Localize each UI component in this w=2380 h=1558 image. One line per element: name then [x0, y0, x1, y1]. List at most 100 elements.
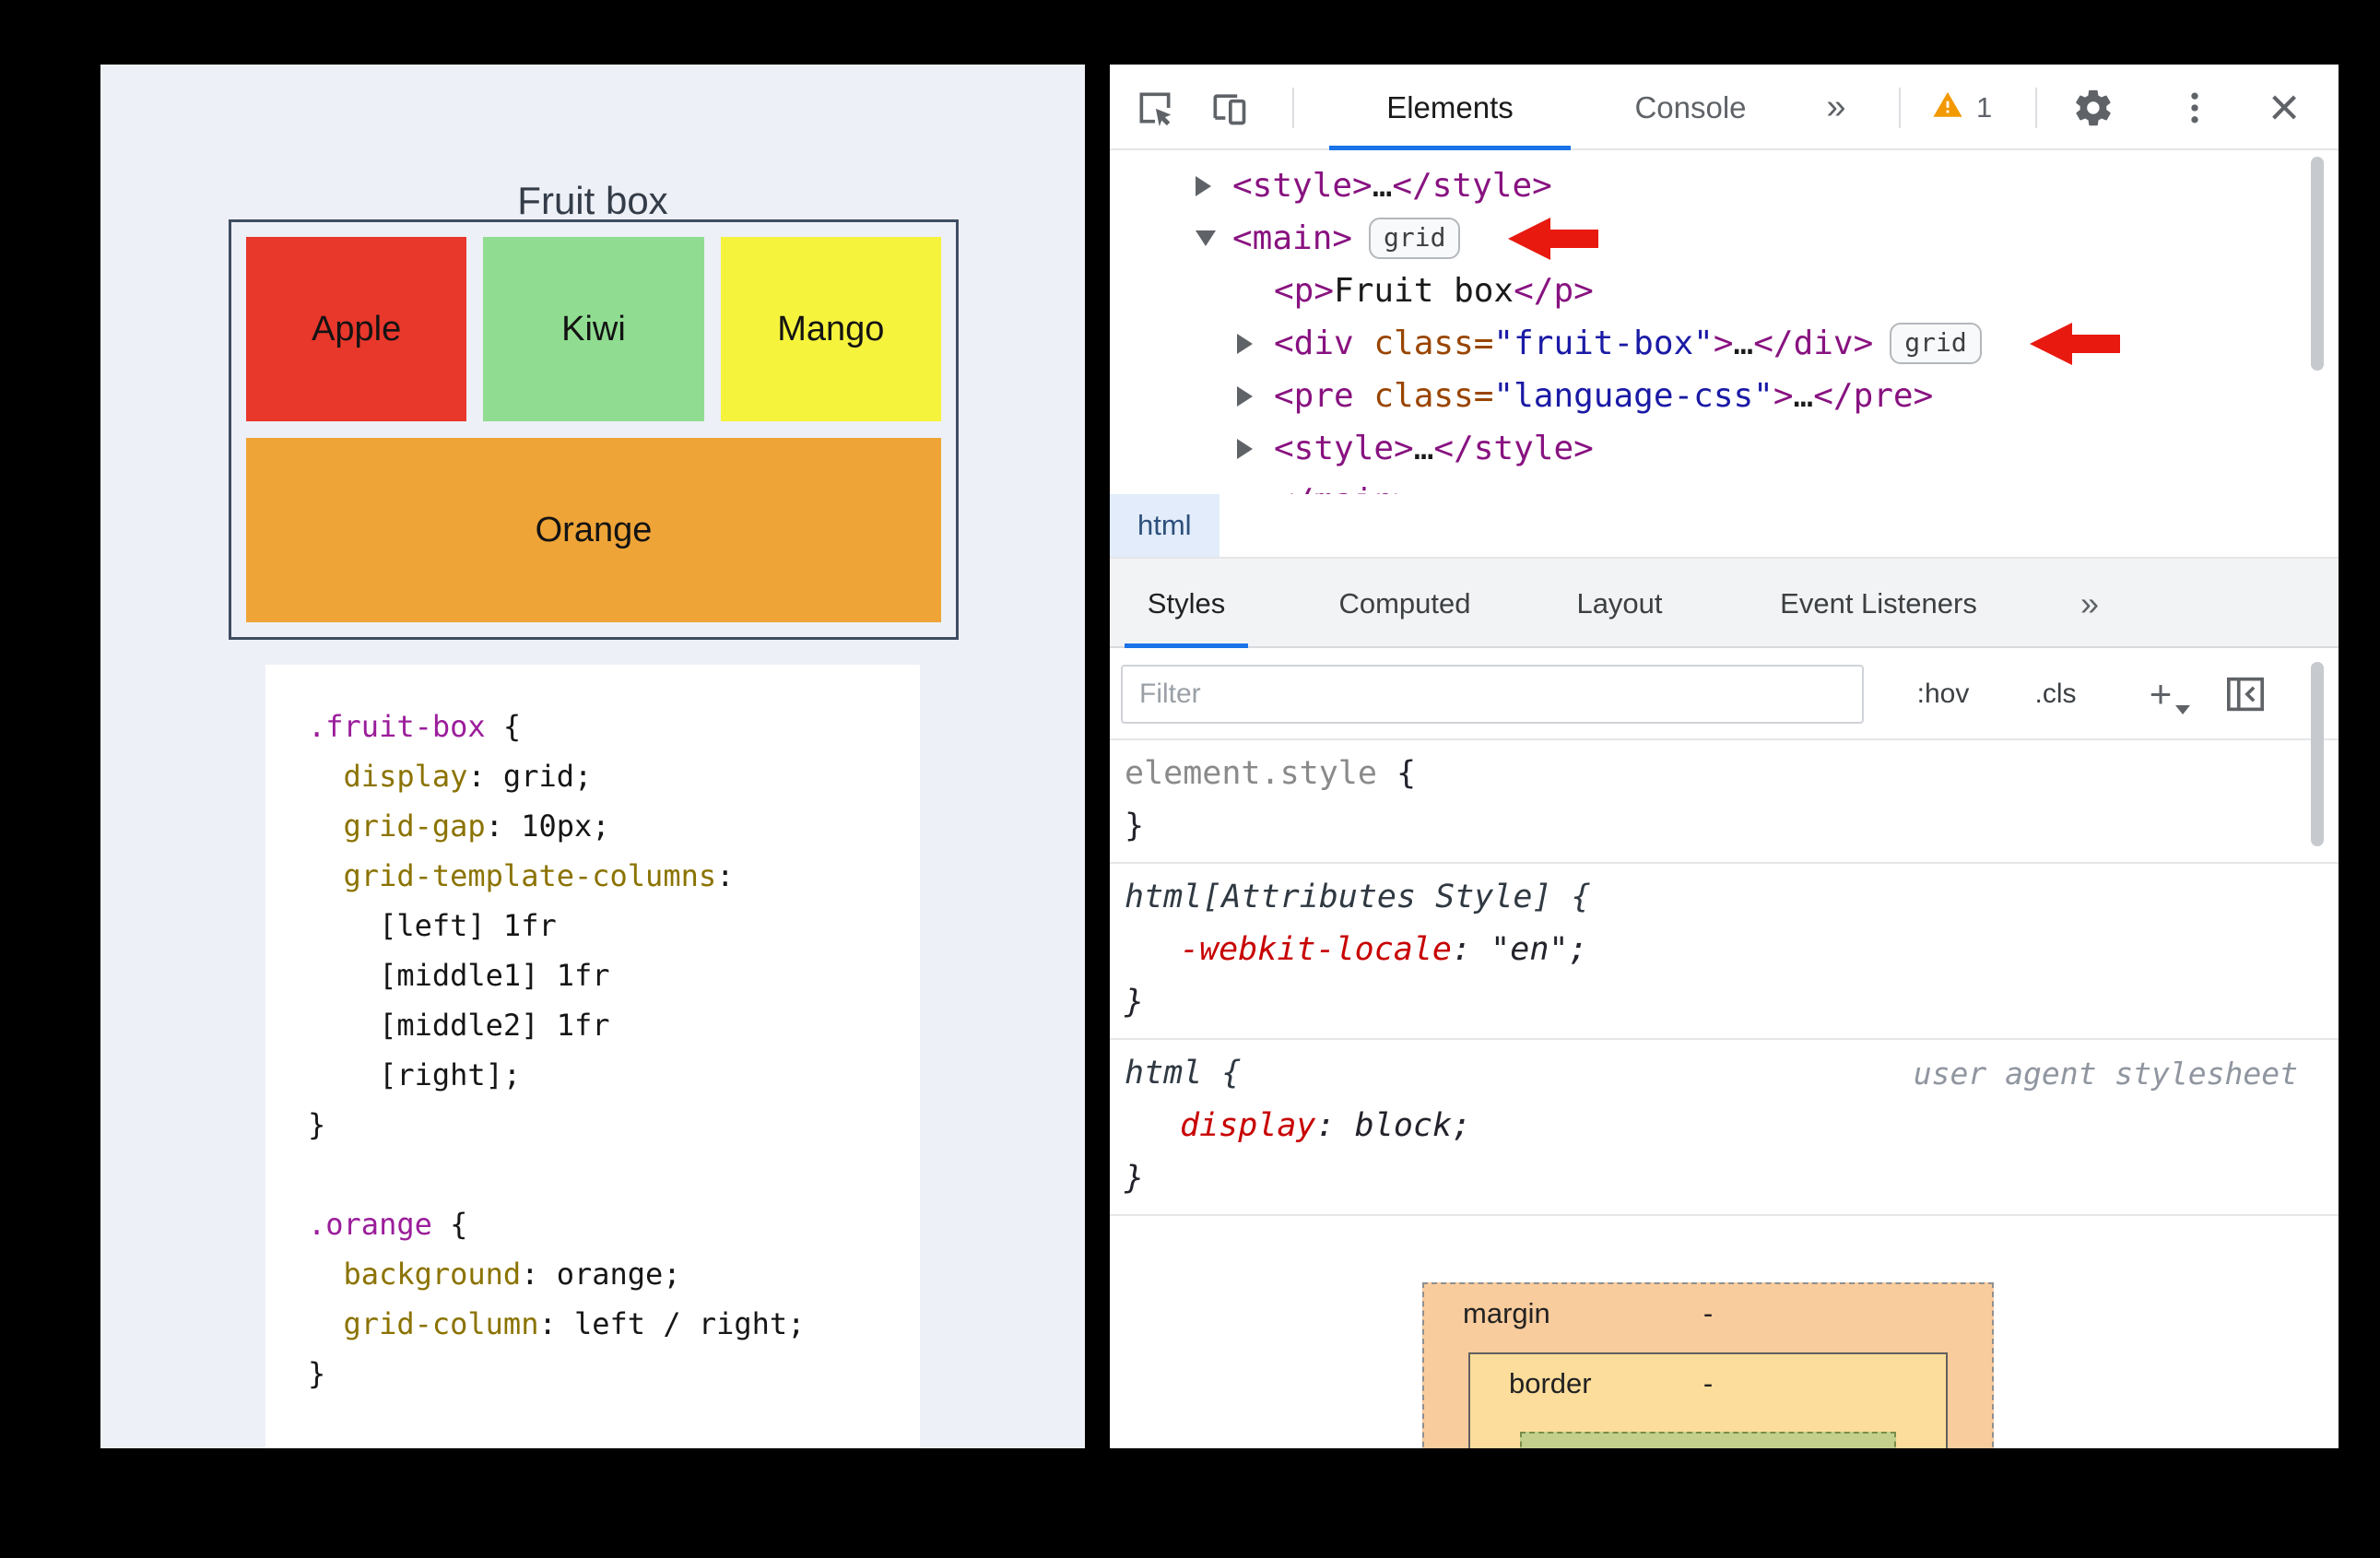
disclosure-closed-icon[interactable]: [1196, 176, 1232, 196]
token: …: [1733, 325, 1754, 362]
dom-tree-row[interactable]: <div class= "fruit-box" >… </div> grid: [1110, 317, 2339, 370]
dom-tree-row[interactable]: <style>… </style>: [1110, 422, 2339, 475]
toolbar-divider: [1292, 88, 1294, 128]
dom-tree-row[interactable]: <p> Fruit box </p>: [1110, 265, 2339, 317]
breadcrumb-bar: html: [1110, 494, 2339, 559]
token: "language-css": [1493, 377, 1773, 415]
token: </div>: [1753, 325, 1874, 362]
token: background: [343, 1257, 522, 1292]
token: : grid;: [467, 759, 593, 794]
grid-badge[interactable]: grid: [1890, 323, 1982, 364]
box-model-margin[interactable]: margin - border -: [1422, 1282, 1994, 1448]
token: {: [1376, 755, 1417, 792]
token: </p>: [1514, 272, 1594, 310]
token: .fruit-box: [308, 709, 486, 744]
disclosure-open-icon[interactable]: [1196, 230, 1232, 246]
tab-console-label: Console: [1634, 89, 1747, 124]
style-rule-line[interactable]: }: [1110, 1152, 2339, 1205]
page-title: Fruit box: [517, 179, 668, 222]
inspect-element-icon[interactable]: [1134, 87, 1176, 129]
token: element.style: [1125, 755, 1377, 792]
warning-icon: [1932, 89, 1963, 125]
annotation-red-arrow: [2029, 322, 2120, 365]
dom-tree-row[interactable]: <main> grid: [1110, 212, 2339, 265]
tab-event-listeners[interactable]: Event Listeners: [1751, 559, 2006, 648]
code-line: grid-template-columns:: [308, 851, 920, 901]
token: <main>: [1232, 219, 1353, 257]
dom-tree-row[interactable]: </main>: [1110, 475, 2339, 494]
breadcrumb-html[interactable]: html: [1110, 494, 1219, 557]
warning-indicator[interactable]: 1: [1921, 65, 2035, 150]
token: display: [343, 759, 468, 794]
disclosure-closed-icon[interactable]: [1237, 334, 1274, 354]
border-top-value[interactable]: -: [1470, 1367, 1946, 1400]
devtools-toolbar: Elements Console » 1 ×: [1110, 65, 2339, 150]
code-line: display: grid;: [308, 751, 920, 801]
token: :: [1315, 1107, 1355, 1144]
tab-computed[interactable]: Computed: [1327, 559, 1482, 648]
code-line: [left] 1fr: [308, 901, 920, 950]
tab-styles-label: Styles: [1147, 586, 1226, 620]
token: : orange;: [521, 1257, 681, 1292]
token: >: [1713, 325, 1734, 362]
token: {: [485, 709, 522, 744]
settings-gear-icon[interactable]: [2070, 85, 2116, 131]
warning-count: 1: [1976, 90, 1993, 124]
token: "en": [1490, 931, 1569, 968]
new-style-rule-button[interactable]: +: [2131, 648, 2190, 740]
token: -webkit-locale: [1180, 931, 1453, 968]
token: grid-column: [343, 1306, 539, 1341]
style-rule-line[interactable]: element.style {: [1110, 748, 2339, 800]
token: <div: [1274, 325, 1354, 362]
token: >: [1773, 377, 1794, 415]
disclosure-closed-icon[interactable]: [1237, 386, 1274, 407]
tab-console[interactable]: Console: [1598, 65, 1783, 150]
margin-top-value[interactable]: -: [1424, 1297, 1992, 1330]
toggle-sidebar-icon[interactable]: [2221, 672, 2269, 716]
token: [middle2] 1fr: [308, 1008, 610, 1043]
style-rule-line[interactable]: }: [1110, 800, 2339, 853]
fruit-box-grid: Apple Kiwi Mango Orange: [229, 219, 959, 640]
box-model-border[interactable]: border -: [1468, 1352, 1948, 1448]
token: }: [1125, 808, 1145, 844]
toggle-cls-button[interactable]: .cls: [2015, 648, 2096, 740]
more-tabs-chevron[interactable]: »: [1809, 65, 1864, 150]
style-rule-line[interactable]: display: block;: [1110, 1100, 2339, 1152]
token: </style>: [1433, 430, 1594, 467]
dom-tree-row[interactable]: <pre class= "language-css" >… </pre>: [1110, 370, 2339, 422]
token: grid-gap: [343, 809, 486, 844]
styles-filter-row: :hov .cls +: [1110, 648, 2339, 740]
plus-label: +: [2149, 672, 2173, 715]
tab-layout[interactable]: Layout: [1550, 559, 1689, 648]
box-model-padding[interactable]: [1520, 1432, 1896, 1448]
toggle-hov-button[interactable]: :hov: [1901, 648, 1985, 740]
device-toolbar-icon[interactable]: [1208, 87, 1250, 129]
tab-elements[interactable]: Elements: [1329, 65, 1571, 150]
close-devtools-icon[interactable]: ×: [2251, 65, 2317, 150]
kebab-menu-icon[interactable]: [2172, 85, 2218, 131]
styles-tabbar: Styles Computed Layout Event Listeners »: [1110, 559, 2339, 648]
style-rule-line[interactable]: -webkit-locale: "en";: [1110, 924, 2339, 976]
tab-computed-label: Computed: [1338, 586, 1471, 620]
styles-filter-input[interactable]: [1121, 665, 1864, 724]
tab-styles[interactable]: Styles: [1119, 559, 1254, 648]
style-rule: element.style {}: [1110, 740, 2339, 864]
style-rule-line[interactable]: }: [1110, 976, 2339, 1029]
disclosure-closed-icon[interactable]: [1237, 439, 1274, 459]
token: display: [1180, 1107, 1316, 1144]
token: </style>: [1392, 167, 1552, 205]
token: <style>: [1232, 167, 1373, 205]
more-panels-chevron[interactable]: »: [2057, 559, 2122, 648]
grid-badge[interactable]: grid: [1369, 218, 1461, 259]
token: {: [431, 1207, 468, 1242]
token: [middle1] 1fr: [308, 958, 610, 993]
styles-scrollbar[interactable]: [2311, 662, 2324, 846]
dom-tree-scrollbar[interactable]: [2311, 157, 2324, 371]
style-rule-line[interactable]: html[Attributes Style] {: [1110, 871, 2339, 924]
dom-tree: <style>… </style> <main> grid <p> Fruit box </…: [1110, 152, 2339, 494]
token: grid-template-columns: [343, 858, 717, 893]
dom-tree-row[interactable]: <style>… </style>: [1110, 159, 2339, 212]
